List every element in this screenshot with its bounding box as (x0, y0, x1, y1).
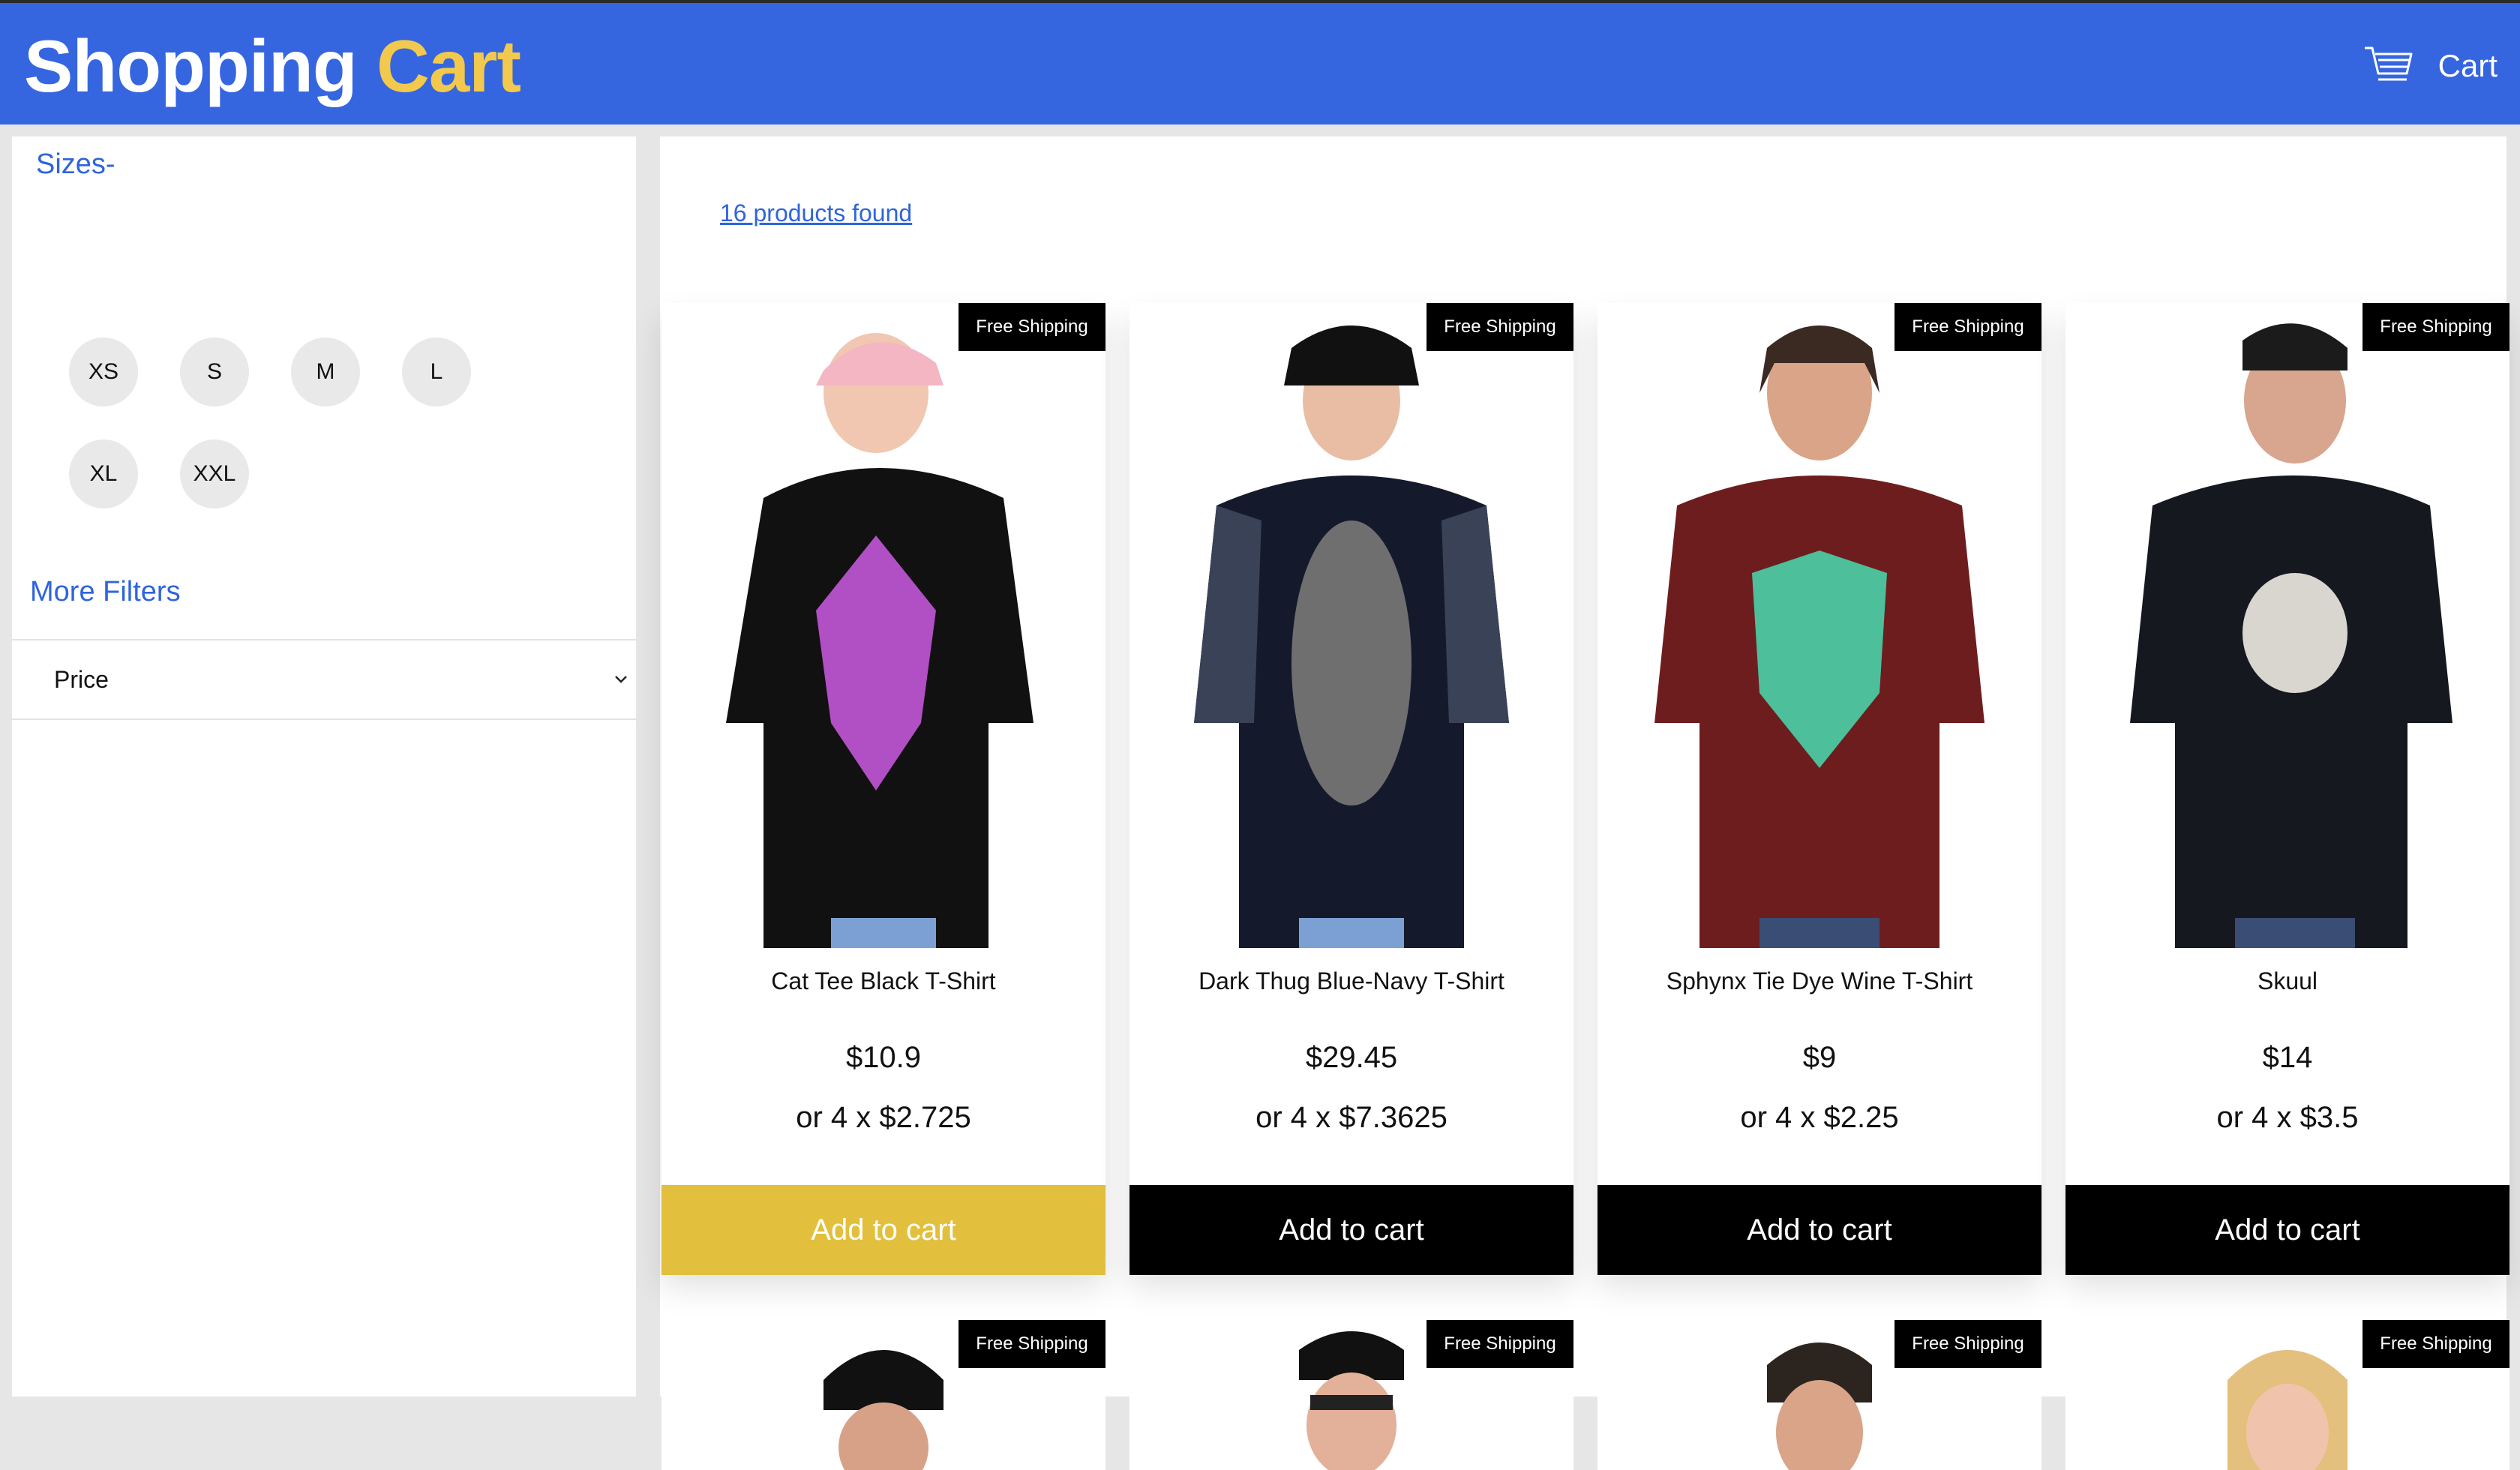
product-title: Dark Thug Blue-Navy T-Shirt (1198, 968, 1504, 994)
sizes-title: Sizes- (36, 148, 116, 180)
product-card[interactable]: Free Shipping (1598, 1320, 2042, 1470)
product-card[interactable]: Free Shipping (2066, 1320, 2510, 1470)
product-card[interactable]: Free Shipping Sphynx Tie Dye Wine T-Shir… (1598, 303, 2042, 1275)
shopping-cart-icon (2364, 46, 2413, 81)
more-filters-title: More Filters (30, 576, 181, 608)
brand-second-word: Cart (376, 25, 521, 107)
product-card[interactable]: Free Shipping Dark Thug Blue-Navy T-Shir… (1130, 303, 1574, 1275)
add-to-cart-button[interactable]: Add to cart (2066, 1185, 2510, 1275)
top-header: Shopping Cart Cart (0, 0, 2520, 124)
products-count-link[interactable]: 16 products found (720, 200, 912, 227)
size-chip-xl[interactable]: XL (69, 440, 138, 508)
free-shipping-badge: Free Shipping (1426, 303, 1574, 351)
product-price: $10.9 (845, 1041, 922, 1074)
tshirt-model-image (1299, 1331, 1404, 1470)
product-image (1130, 303, 1574, 948)
product-title: Skuul (2257, 968, 2318, 994)
product-image (2066, 303, 2510, 948)
free-shipping-badge: Free Shipping (1426, 1320, 1574, 1368)
product-installment: or 4 x $3.5 (2216, 1101, 2359, 1134)
price-filter-select[interactable]: Price (12, 639, 636, 720)
free-shipping-badge: Free Shipping (2362, 303, 2510, 351)
product-image (662, 303, 1106, 948)
tshirt-model-image (1194, 326, 1509, 948)
cart-label: Cart (2438, 48, 2498, 83)
add-to-cart-button[interactable]: Add to cart (662, 1185, 1106, 1275)
product-card[interactable]: Free Shipping Cat Tee Black T-Shirt $10.… (662, 303, 1106, 1275)
free-shipping-badge: Free Shipping (1894, 303, 2042, 351)
product-installment: or 4 x $2.25 (1740, 1101, 1899, 1134)
tshirt-model-image (1767, 1342, 1872, 1470)
product-title: Cat Tee Black T-Shirt (771, 968, 996, 994)
product-card[interactable]: Free Shipping Skuul $14 or 4 x $3.5 Add … (2066, 303, 2510, 1275)
product-card[interactable]: Free Shipping (662, 1320, 1106, 1470)
product-title: Sphynx Tie Dye Wine T-Shirt (1666, 968, 1973, 994)
filters-sidebar (12, 136, 636, 1396)
product-installment: or 4 x $7.3625 (1256, 1101, 1448, 1134)
product-image (1598, 303, 2042, 948)
size-chip-l[interactable]: L (402, 338, 471, 406)
free-shipping-badge: Free Shipping (958, 1320, 1106, 1368)
size-chip-xs[interactable]: XS (69, 338, 138, 406)
tshirt-model-image (824, 1350, 944, 1470)
chevron-down-icon (615, 676, 627, 683)
free-shipping-badge: Free Shipping (2362, 1320, 2510, 1368)
free-shipping-badge: Free Shipping (958, 303, 1106, 351)
price-filter-label: Price (54, 665, 109, 693)
product-installment: or 4 x $2.725 (796, 1101, 971, 1134)
tshirt-model-image (2228, 1350, 2348, 1470)
product-card[interactable]: Free Shipping (1130, 1320, 1574, 1470)
add-to-cart-button[interactable]: Add to cart (1598, 1185, 2042, 1275)
cart-button[interactable]: Cart (2363, 42, 2498, 90)
free-shipping-badge: Free Shipping (1894, 1320, 2042, 1368)
tshirt-model-image (2130, 323, 2452, 948)
brand-first-word: Shopping (24, 25, 358, 107)
add-to-cart-button[interactable]: Add to cart (1130, 1185, 1574, 1275)
tshirt-model-image (726, 333, 1034, 948)
size-chip-s[interactable]: S (180, 338, 249, 406)
products-area: 16 products found Free Shipping Cat Tee … (660, 136, 2510, 1470)
product-price: $9 (1802, 1041, 1837, 1074)
size-chip-m[interactable]: M (291, 338, 360, 406)
product-price: $14 (2262, 1041, 2313, 1074)
tshirt-model-image (1654, 326, 1984, 948)
product-price: $29.45 (1305, 1041, 1398, 1074)
size-chip-xxl[interactable]: XXL (180, 440, 249, 508)
brand-logo[interactable]: Shopping Cart (24, 24, 521, 109)
